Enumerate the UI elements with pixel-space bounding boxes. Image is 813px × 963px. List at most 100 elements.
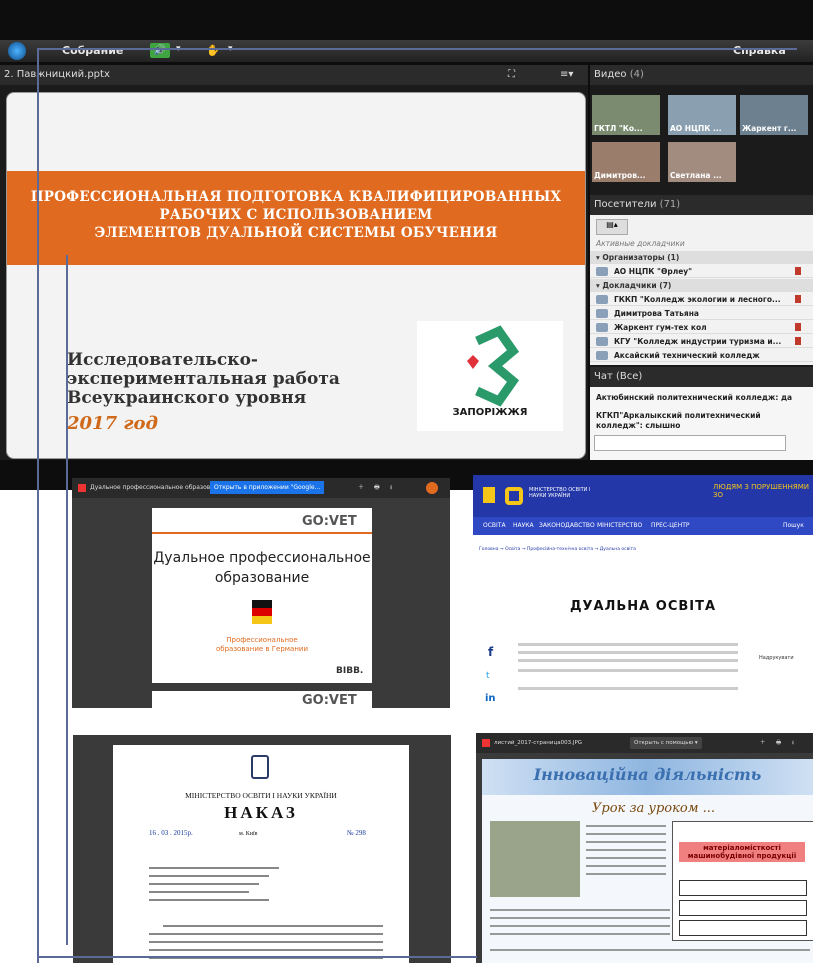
frame-line-top <box>37 48 797 50</box>
nav-search[interactable]: Пошук <box>783 517 804 535</box>
raise-hand-icon[interactable]: ✋ <box>206 44 220 57</box>
video-thumb[interactable]: Светлана ... <box>668 142 736 182</box>
nav-item[interactable]: ОСВІТА <box>483 517 506 535</box>
add-icon[interactable]: ＋ <box>760 733 766 753</box>
user-icon <box>596 309 608 318</box>
attendee-view-button[interactable]: ▤▴ <box>596 219 628 235</box>
attendee-label: Жаркент гум-тех кол <box>614 323 707 332</box>
trident-icon <box>483 487 495 503</box>
slide-title-line: РАБОЧИХ С ИСПОЛЬЗОВАНИЕМ <box>159 207 433 223</box>
govet-logo: GO:VET <box>302 693 357 708</box>
chat-pod-header: Чат (Все) <box>590 367 813 387</box>
page-title: ДУАЛЬНА ОСВІТА <box>569 599 717 614</box>
nav-item[interactable]: МІНІСТЕРСТВО <box>597 517 642 535</box>
image-viewer-toolbar: листий_2017-страница003.JPG Открыть с по… <box>476 733 813 753</box>
presenter-flag-icon <box>795 267 801 275</box>
tab-title[interactable]: листий_2017-страница003.JPG <box>494 733 582 753</box>
attendee-row[interactable]: ГККП "Колледж экологии и лесного... <box>590 293 813 306</box>
pod-menu-icon[interactable]: ≡▾ <box>560 65 573 85</box>
pdf-viewer-toolbar: Дуальное профессиональное образование в … <box>72 478 450 498</box>
add-icon[interactable]: ＋ <box>358 478 364 498</box>
user-icon <box>596 351 608 360</box>
print-icon[interactable]: 🖶 <box>374 478 380 498</box>
text-line <box>490 917 670 919</box>
facebook-icon[interactable]: f <box>488 645 493 659</box>
article-text-line <box>518 651 738 654</box>
divider <box>152 532 372 534</box>
classroom-photo <box>490 821 580 897</box>
text-line <box>586 841 666 843</box>
chat-pod-scope: (Все) <box>616 371 643 382</box>
help-menu[interactable]: Справка <box>733 44 786 57</box>
meeting-menu[interactable]: Собрание <box>62 44 123 57</box>
frame-line-bottom <box>37 956 477 958</box>
open-in-app-button[interactable]: Открыть в приложении "Google... <box>210 481 325 494</box>
attendee-label: Димитрова Татьяна <box>614 309 699 318</box>
pdf-title-line: образование <box>214 570 310 586</box>
attendees-pod-header: Посетители (71) <box>590 195 813 215</box>
attendee-group[interactable]: ▾ Организаторы (1) <box>590 251 813 264</box>
video-thumb[interactable]: Жаркент г... <box>740 95 808 135</box>
text-line <box>149 891 249 893</box>
attendee-group[interactable]: ▾ Докладчики (7) <box>590 279 813 292</box>
slide-year: 2017 год <box>67 413 159 434</box>
accessibility-banner[interactable]: ЛЮДЯМ З ПОРУШЕННЯМИ ЗО <box>713 483 813 499</box>
user-icon <box>596 295 608 304</box>
attendee-label: ГККП "Колледж экологии и лесного... <box>614 295 781 304</box>
box-row <box>679 900 807 916</box>
attendee-row[interactable]: КГУ "Колледж индустрии туризма и... <box>590 335 813 348</box>
attendees-list: ▤▴ Активные докладчики ▾ Организаторы (1… <box>590 215 813 365</box>
slide-title-line: ЭЛЕМЕНТОВ ДУАЛЬНОЙ СИСТЕМЫ ОБУЧЕНИЯ <box>94 225 498 241</box>
open-with-button[interactable]: Открыть с помощью ▾ <box>630 737 702 749</box>
right-pods: Видео (4) ГКТЛ "Ко... АО НЦПК ... Жаркен… <box>590 65 813 460</box>
pdf-subtitle-line: Профессиональное <box>226 636 298 644</box>
twitter-icon[interactable]: t <box>486 671 490 681</box>
nav-item[interactable]: ЗАКОНОДАВСТВО <box>539 517 595 535</box>
microphone-icon[interactable]: 🔊 <box>150 43 170 58</box>
attendee-row[interactable]: АО НЦПК "Өрлеу" <box>590 265 813 278</box>
order-title: НАКАЗ <box>224 803 298 822</box>
slide-subtitle-line: Исследовательско- <box>67 350 258 370</box>
chat-messages: Актюбинский политехнический колледж: да … <box>590 387 813 460</box>
nav-item[interactable]: ПРЕС-ЦЕНТР <box>651 517 690 535</box>
download-icon[interactable]: ⭳ <box>792 733 794 753</box>
download-icon[interactable]: ⭳ <box>390 478 392 498</box>
text-line <box>149 875 269 877</box>
menubar: Собрание 🔊 ▾ ✋ ▾ Справка <box>0 40 813 62</box>
attendee-row[interactable]: Жаркент гум-тех кол <box>590 321 813 334</box>
linkedin-icon[interactable]: in <box>485 693 496 704</box>
breadcrumb[interactable]: Головна → Освіта → Професійна-технічна о… <box>479 547 636 552</box>
text-line <box>586 865 666 867</box>
user-icon <box>596 337 608 346</box>
user-icon <box>596 267 608 276</box>
attendee-row[interactable]: Аксайский технический колледж <box>590 349 813 362</box>
slide-subtitle-line: экспериментальная работа <box>67 369 340 389</box>
frame-line-left <box>37 48 39 963</box>
frame-line-inner <box>66 255 68 945</box>
product-box: матеріаломісткості машинобудівної продук… <box>672 821 813 941</box>
nav-item[interactable]: НАУКА <box>513 517 534 535</box>
fullscreen-icon[interactable]: ⛶ <box>508 65 515 85</box>
avatar[interactable] <box>426 482 438 494</box>
ministry-nav: ОСВІТА НАУКА ЗАКОНОДАВСТВО МІНІСТЕРСТВО … <box>473 517 813 535</box>
attendees-pod-count: (71) <box>659 199 681 210</box>
pdf-icon <box>78 484 86 492</box>
share-pod-title: 2. Павжницкий.pptx <box>4 69 110 80</box>
video-pod-title: Видео <box>594 69 627 80</box>
bibb-logo: BIBB. <box>336 666 364 676</box>
attendee-label: Аксайский технический колледж <box>614 351 760 360</box>
chat-input[interactable] <box>594 435 786 451</box>
video-thumb[interactable]: Димитров... <box>592 142 660 182</box>
video-thumb[interactable]: АО НЦПК ... <box>668 95 736 135</box>
text-line <box>149 949 383 951</box>
box-title: матеріаломісткості машинобудівної продук… <box>679 842 805 862</box>
print-icon[interactable]: 🖶 <box>776 733 781 753</box>
print-link[interactable]: Надрукувати <box>759 655 794 661</box>
video-thumb[interactable]: ГКТЛ "Ко... <box>592 95 660 135</box>
order-number: № 298 <box>347 829 366 837</box>
attendee-row[interactable]: Димитрова Татьяна <box>590 307 813 320</box>
attendee-label: АО НЦПК "Өрлеу" <box>614 267 693 276</box>
text-line <box>490 909 670 911</box>
zaporizhzhia-logo: ЗАПОРІЖЖЯ <box>417 321 563 431</box>
article-text-line <box>518 659 738 662</box>
